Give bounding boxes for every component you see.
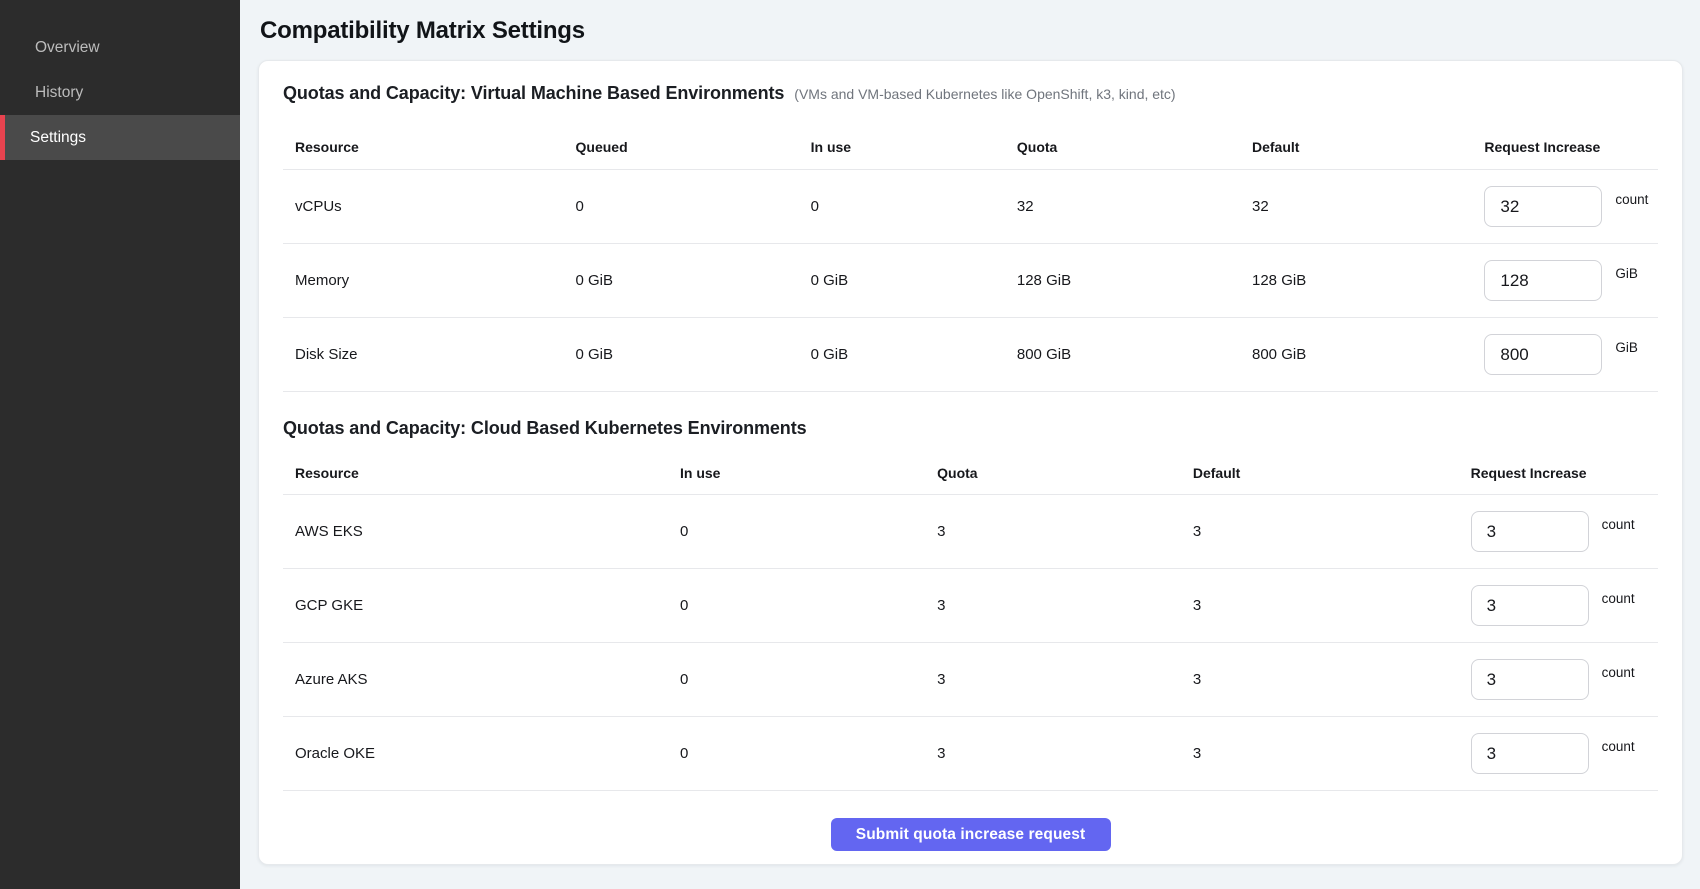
quota-value: 800 GiB <box>1005 346 1240 363</box>
request-increase-input-azure-aks[interactable] <box>1471 659 1589 700</box>
column-header-default: Default <box>1181 465 1459 481</box>
default-value: 800 GiB <box>1240 346 1472 363</box>
column-header-queued: Queued <box>564 139 799 155</box>
request-increase-input-vcpus[interactable] <box>1484 186 1602 227</box>
table-row-memory: Memory 0 GiB 0 GiB 128 GiB 128 GiB GiB <box>283 244 1658 318</box>
request-increase-input-memory[interactable] <box>1484 260 1602 301</box>
vm-table-header: Resource Queued In use Quota Default Req… <box>283 104 1658 170</box>
column-header-request-increase: Request Increase <box>1459 465 1658 481</box>
unit-label: GiB <box>1615 266 1638 281</box>
in-use-value: 0 <box>799 198 1005 215</box>
column-header-request-increase: Request Increase <box>1472 139 1658 155</box>
vm-section-heading: Quotas and Capacity: Virtual Machine Bas… <box>259 61 1682 104</box>
request-increase-cell: GiB <box>1472 334 1658 375</box>
column-header-resource: Resource <box>283 139 564 155</box>
sidebar: Overview History Settings <box>0 0 240 889</box>
table-row-oracle-oke: Oracle OKE 0 3 3 count <box>283 717 1658 791</box>
request-increase-cell: count <box>1459 511 1658 552</box>
default-value: 3 <box>1181 523 1459 540</box>
unit-label: count <box>1602 739 1635 754</box>
request-increase-cell: count <box>1459 585 1658 626</box>
quota-value: 3 <box>925 745 1181 762</box>
cloud-section-heading: Quotas and Capacity: Cloud Based Kuberne… <box>259 392 1682 439</box>
in-use-value: 0 GiB <box>799 346 1005 363</box>
column-header-in-use: In use <box>668 465 925 481</box>
settings-card: Quotas and Capacity: Virtual Machine Bas… <box>258 60 1683 865</box>
resource-name: Azure AKS <box>283 671 668 688</box>
request-increase-cell: count <box>1459 659 1658 700</box>
table-row-disk-size: Disk Size 0 GiB 0 GiB 800 GiB 800 GiB Gi… <box>283 318 1658 392</box>
request-increase-input-disk-size[interactable] <box>1484 334 1602 375</box>
page-title: Compatibility Matrix Settings <box>260 17 1683 45</box>
column-header-resource: Resource <box>283 465 668 481</box>
unit-label: count <box>1602 591 1635 606</box>
default-value: 32 <box>1240 198 1472 215</box>
column-header-quota: Quota <box>1005 139 1240 155</box>
in-use-value: 0 <box>668 597 925 614</box>
request-increase-input-aws-eks[interactable] <box>1471 511 1589 552</box>
unit-label: count <box>1615 192 1648 207</box>
sidebar-item-label: Settings <box>30 129 86 147</box>
table-row-gcp-gke: GCP GKE 0 3 3 count <box>283 569 1658 643</box>
default-value: 3 <box>1181 597 1459 614</box>
queued-value: 0 GiB <box>564 346 799 363</box>
default-value: 3 <box>1181 745 1459 762</box>
table-row-aws-eks: AWS EKS 0 3 3 count <box>283 495 1658 569</box>
request-increase-input-oracle-oke[interactable] <box>1471 733 1589 774</box>
request-increase-cell: GiB <box>1472 260 1658 301</box>
request-increase-input-gcp-gke[interactable] <box>1471 585 1589 626</box>
sidebar-item-label: Overview <box>35 39 100 57</box>
quota-value: 128 GiB <box>1005 272 1240 289</box>
quota-value: 3 <box>925 523 1181 540</box>
sidebar-item-label: History <box>35 84 83 102</box>
cloud-quota-table: Resource In use Quota Default Request In… <box>283 439 1658 791</box>
queued-value: 0 <box>564 198 799 215</box>
submit-quota-increase-button[interactable]: Submit quota increase request <box>831 818 1111 851</box>
default-value: 3 <box>1181 671 1459 688</box>
unit-label: count <box>1602 665 1635 680</box>
app-window: Overview History Settings Compatibility … <box>0 0 1700 889</box>
unit-label: count <box>1602 517 1635 532</box>
main-content: Compatibility Matrix Settings Quotas and… <box>240 0 1700 889</box>
resource-name: Oracle OKE <box>283 745 668 762</box>
column-header-default: Default <box>1240 139 1472 155</box>
button-row: Submit quota increase request <box>259 791 1682 851</box>
vm-section-title: Quotas and Capacity: Virtual Machine Bas… <box>283 83 784 104</box>
queued-value: 0 GiB <box>564 272 799 289</box>
cloud-table-header: Resource In use Quota Default Request In… <box>283 439 1658 495</box>
unit-label: GiB <box>1615 340 1638 355</box>
request-increase-cell: count <box>1459 733 1658 774</box>
sidebar-item-overview[interactable]: Overview <box>0 25 240 70</box>
in-use-value: 0 <box>668 523 925 540</box>
column-header-in-use: In use <box>799 139 1005 155</box>
resource-name: Disk Size <box>283 346 564 363</box>
column-header-quota: Quota <box>925 465 1181 481</box>
vm-section-subtitle: (VMs and VM-based Kubernetes like OpenSh… <box>794 86 1175 102</box>
table-row-vcpus: vCPUs 0 0 32 32 count <box>283 170 1658 244</box>
quota-value: 32 <box>1005 198 1240 215</box>
sidebar-item-settings[interactable]: Settings <box>0 115 240 160</box>
quota-value: 3 <box>925 597 1181 614</box>
resource-name: AWS EKS <box>283 523 668 540</box>
resource-name: GCP GKE <box>283 597 668 614</box>
cloud-section-title: Quotas and Capacity: Cloud Based Kuberne… <box>283 418 807 439</box>
request-increase-cell: count <box>1472 186 1658 227</box>
in-use-value: 0 GiB <box>799 272 1005 289</box>
in-use-value: 0 <box>668 671 925 688</box>
quota-value: 3 <box>925 671 1181 688</box>
resource-name: Memory <box>283 272 564 289</box>
resource-name: vCPUs <box>283 198 564 215</box>
vm-quota-table: Resource Queued In use Quota Default Req… <box>283 104 1658 392</box>
default-value: 128 GiB <box>1240 272 1472 289</box>
in-use-value: 0 <box>668 745 925 762</box>
table-row-azure-aks: Azure AKS 0 3 3 count <box>283 643 1658 717</box>
sidebar-item-history[interactable]: History <box>0 70 240 115</box>
